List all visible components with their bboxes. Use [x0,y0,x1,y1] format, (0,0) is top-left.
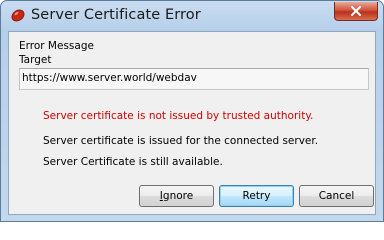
target-label: Target [19,54,52,66]
dialog-window: Server Certificate Error Error Message T… [0,0,384,222]
retry-button[interactable]: Retry [219,185,294,207]
dialog-body: Error Message Target https://www.server.… [8,31,376,215]
window-title: Server Certificate Error [31,7,201,23]
server-match-message: Server certificate is issued for the con… [43,135,319,147]
cancel-button[interactable]: Cancel [299,185,374,207]
target-url-text: https://www.server.world/webdav [22,72,197,84]
close-icon [351,6,361,16]
certificate-valid-message: Server Certificate is still available. [43,156,223,168]
app-icon [11,9,25,22]
title-bar[interactable]: Server Certificate Error [1,1,383,31]
ignore-button-label-rest: gnore [162,190,194,202]
close-button[interactable] [334,2,378,21]
ignore-button[interactable]: Ignore [139,185,214,207]
target-url-field[interactable]: https://www.server.world/webdav [19,68,369,90]
error-message-label: Error Message [19,40,94,52]
untrusted-authority-message: Server certificate is not issued by trus… [43,110,314,122]
